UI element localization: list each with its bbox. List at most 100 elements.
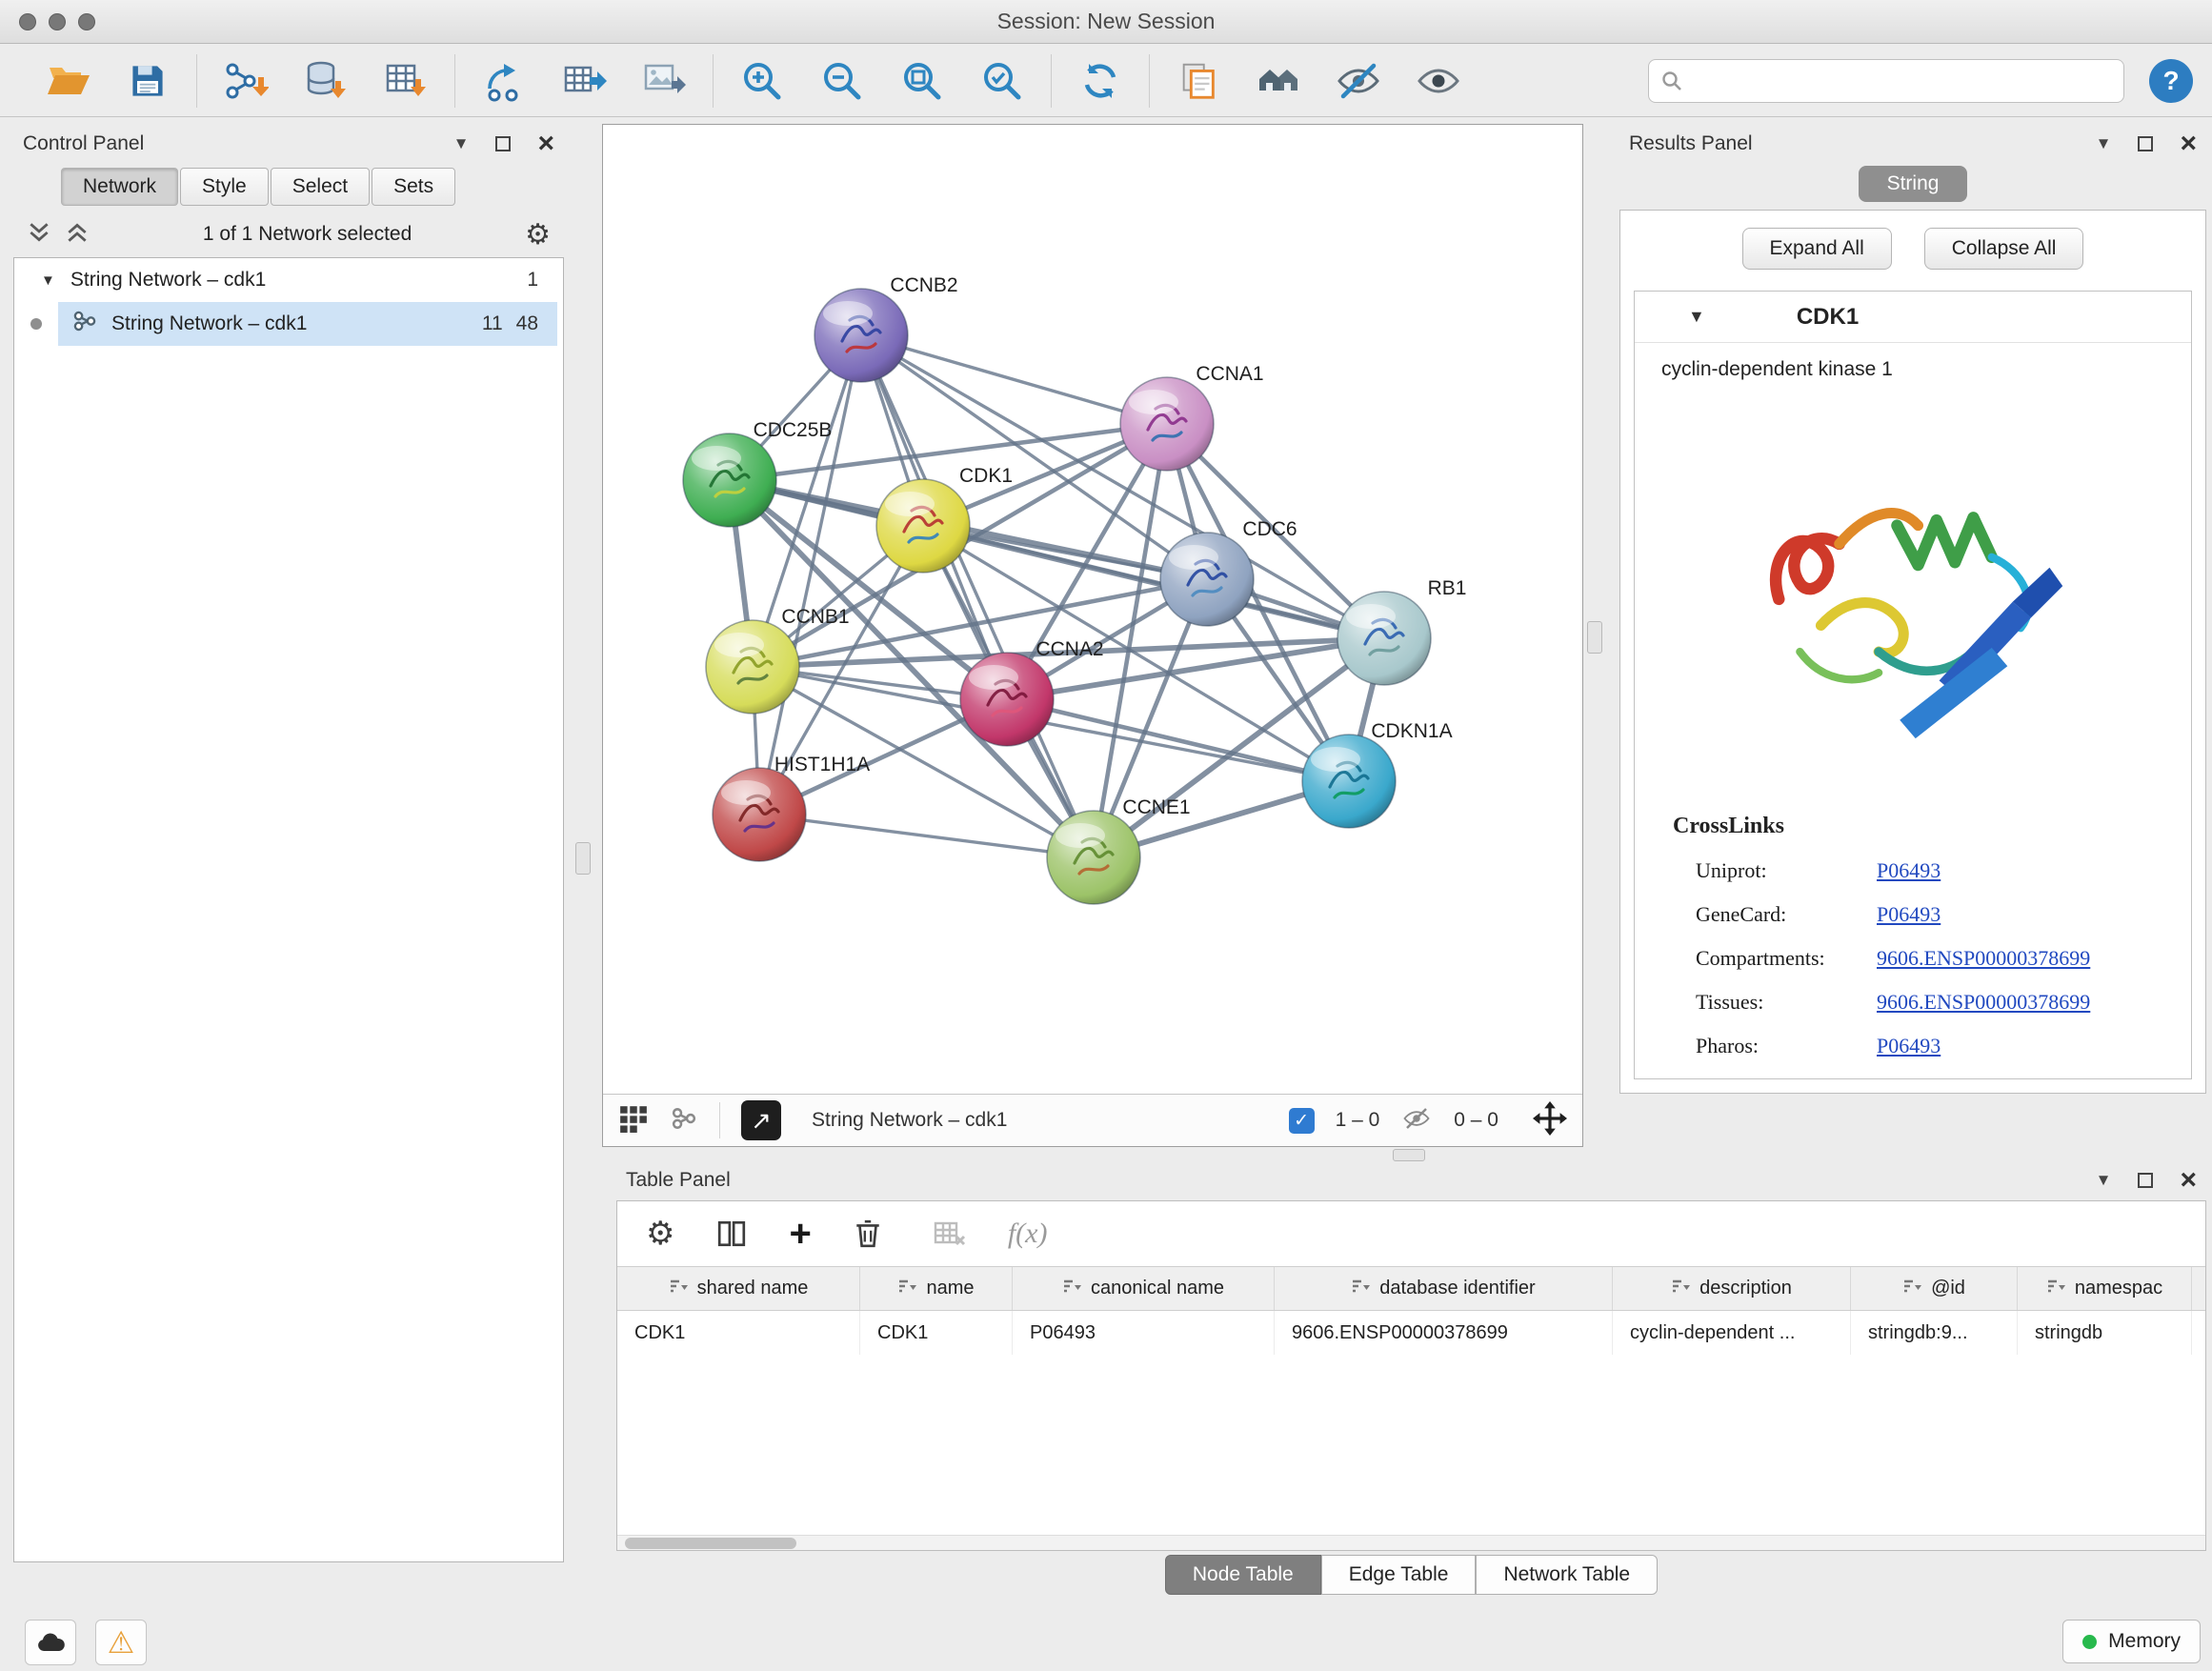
scrollbar-thumb[interactable] — [625, 1538, 796, 1549]
horizontal-splitter-handle[interactable] — [1393, 1149, 1425, 1161]
table-row[interactable]: CDK1CDK1P064939606.ENSP00000378699cyclin… — [617, 1311, 2205, 1355]
network-node-CDC25B[interactable] — [683, 433, 776, 527]
table-cell[interactable]: CDK1 — [860, 1311, 1013, 1355]
column-sort-icon[interactable] — [669, 1278, 688, 1300]
crosslink-value-link[interactable]: P06493 — [1877, 858, 2191, 883]
annotation-copy-icon[interactable] — [1173, 55, 1224, 107]
close-panel-icon[interactable]: × — [537, 130, 554, 158]
tab-sets[interactable]: Sets — [372, 168, 455, 206]
network-node-CCNB2[interactable] — [814, 289, 908, 382]
memory-button[interactable]: Memory — [2062, 1620, 2201, 1663]
column-sort-icon[interactable] — [1351, 1278, 1370, 1300]
float-panel-icon[interactable] — [2138, 1173, 2153, 1188]
network-node-CCNA1[interactable] — [1120, 377, 1214, 471]
export-image-icon[interactable] — [638, 55, 690, 107]
table-cell[interactable]: P06493 — [1013, 1311, 1275, 1355]
expand-all-networks-icon[interactable] — [27, 221, 51, 249]
tab-style[interactable]: Style — [180, 168, 269, 206]
crosslink-value-link[interactable]: P06493 — [1877, 902, 2191, 927]
table-column-header[interactable]: @id — [1851, 1267, 2018, 1310]
collapse-all-button[interactable]: Collapse All — [1924, 228, 2084, 270]
close-panel-icon[interactable]: × — [2180, 1166, 2197, 1195]
column-sort-icon[interactable] — [2046, 1278, 2065, 1300]
column-sort-icon[interactable] — [1902, 1278, 1921, 1300]
zoom-out-icon[interactable] — [816, 55, 868, 107]
table-column-header[interactable]: namespac — [2018, 1267, 2192, 1310]
network-node-CCNA2[interactable] — [960, 653, 1054, 746]
right-splitter-handle[interactable] — [1587, 621, 1602, 654]
open-session-icon[interactable] — [42, 55, 93, 107]
network-canvas[interactable]: CCNB2CCNA1CDC25BCDK1CDC6RB1CCNB1CCNA2CDK… — [603, 125, 1582, 1094]
crosslink-value-link[interactable]: 9606.ENSP00000378699 — [1877, 946, 2191, 971]
network-options-gear-icon[interactable]: ⚙ — [525, 218, 551, 252]
left-splitter-handle[interactable] — [575, 842, 591, 875]
zoom-fit-icon[interactable] — [896, 55, 948, 107]
network-overview-share-icon[interactable] — [670, 1104, 698, 1137]
network-edge[interactable] — [861, 335, 1094, 857]
column-sort-icon[interactable] — [1671, 1278, 1690, 1300]
hide-unselected-icon[interactable] — [1333, 55, 1384, 107]
expand-all-button[interactable]: Expand All — [1742, 228, 1892, 270]
table-cell[interactable]: 9606.ENSP00000378699 — [1275, 1311, 1613, 1355]
table-options-gear-icon[interactable]: ⚙ — [646, 1215, 674, 1253]
network-node-CDK1[interactable] — [876, 479, 970, 573]
float-panel-icon[interactable] — [495, 136, 511, 151]
table-cell[interactable]: CDK1 — [617, 1311, 860, 1355]
table-column-header[interactable]: shared name — [617, 1267, 860, 1310]
network-node-HIST1H1A[interactable] — [713, 768, 806, 861]
export-table-icon[interactable] — [558, 55, 610, 107]
close-panel-icon[interactable]: × — [2180, 130, 2197, 158]
network-node-RB1[interactable] — [1337, 592, 1431, 685]
selected-nodes-checkbox-icon[interactable]: ✓ — [1289, 1108, 1315, 1134]
network-node-CCNB1[interactable] — [706, 620, 799, 714]
table-column-header[interactable]: database identifier — [1275, 1267, 1613, 1310]
import-network-file-icon[interactable] — [220, 55, 271, 107]
crosslink-value-link[interactable]: P06493 — [1877, 1034, 2191, 1058]
close-window-button[interactable] — [19, 13, 36, 30]
zoom-selected-icon[interactable] — [976, 55, 1028, 107]
float-panel-icon[interactable] — [2138, 136, 2153, 151]
zoom-window-button[interactable] — [78, 13, 95, 30]
import-network-database-icon[interactable] — [300, 55, 352, 107]
table-cell[interactable]: stringdb — [2018, 1311, 2192, 1355]
show-all-eye-icon[interactable] — [1413, 55, 1464, 107]
network-node-CCNE1[interactable] — [1047, 811, 1140, 904]
network-node-CDKN1A[interactable] — [1302, 735, 1396, 828]
save-session-icon[interactable] — [122, 55, 173, 107]
crosslink-value-link[interactable]: 9606.ENSP00000378699 — [1877, 990, 2191, 1015]
minimize-window-button[interactable] — [49, 13, 66, 30]
show-columns-icon[interactable] — [716, 1218, 747, 1249]
cloud-status-button[interactable] — [25, 1620, 76, 1665]
tab-network[interactable]: Network — [61, 168, 178, 206]
table-column-header[interactable]: name — [860, 1267, 1013, 1310]
function-builder-icon[interactable]: f(x) — [1008, 1218, 1048, 1250]
network-edge[interactable] — [861, 335, 1167, 424]
entry-collapse-icon[interactable]: ▼ — [1688, 307, 1705, 327]
new-network-icon[interactable] — [478, 55, 530, 107]
table-horizontal-scrollbar[interactable] — [617, 1535, 2205, 1550]
table-cell[interactable]: stringdb:9... — [1851, 1311, 2018, 1355]
column-sort-icon[interactable] — [1062, 1278, 1081, 1300]
export-network-button[interactable]: ↗ — [741, 1100, 781, 1140]
pan-move-icon[interactable] — [1533, 1101, 1567, 1140]
string-home-icon[interactable] — [1253, 55, 1304, 107]
collapse-panel-icon[interactable]: ▼ — [2096, 134, 2112, 153]
add-column-icon[interactable]: + — [789, 1215, 811, 1253]
network-collection-row[interactable]: ▼ String Network – cdk1 1 — [14, 258, 563, 302]
table-column-header[interactable]: description — [1613, 1267, 1851, 1310]
global-search[interactable] — [1648, 59, 2124, 103]
tab-node-table[interactable]: Node Table — [1165, 1555, 1321, 1595]
delete-column-trash-icon[interactable] — [854, 1218, 882, 1249]
collapse-panel-icon[interactable]: ▼ — [453, 134, 470, 153]
table-column-header[interactable]: canonical name — [1013, 1267, 1275, 1310]
birdseye-grid-icon[interactable] — [618, 1103, 649, 1138]
search-input[interactable] — [1691, 70, 2112, 91]
tree-expand-icon[interactable]: ▼ — [41, 272, 55, 289]
import-table-icon[interactable] — [380, 55, 432, 107]
tab-edge-table[interactable]: Edge Table — [1321, 1555, 1477, 1595]
column-sort-icon[interactable] — [897, 1278, 916, 1300]
network-node-CDC6[interactable] — [1160, 533, 1254, 626]
apply-layout-icon[interactable] — [1075, 55, 1126, 107]
tab-select[interactable]: Select — [271, 168, 370, 206]
zoom-in-icon[interactable] — [736, 55, 788, 107]
